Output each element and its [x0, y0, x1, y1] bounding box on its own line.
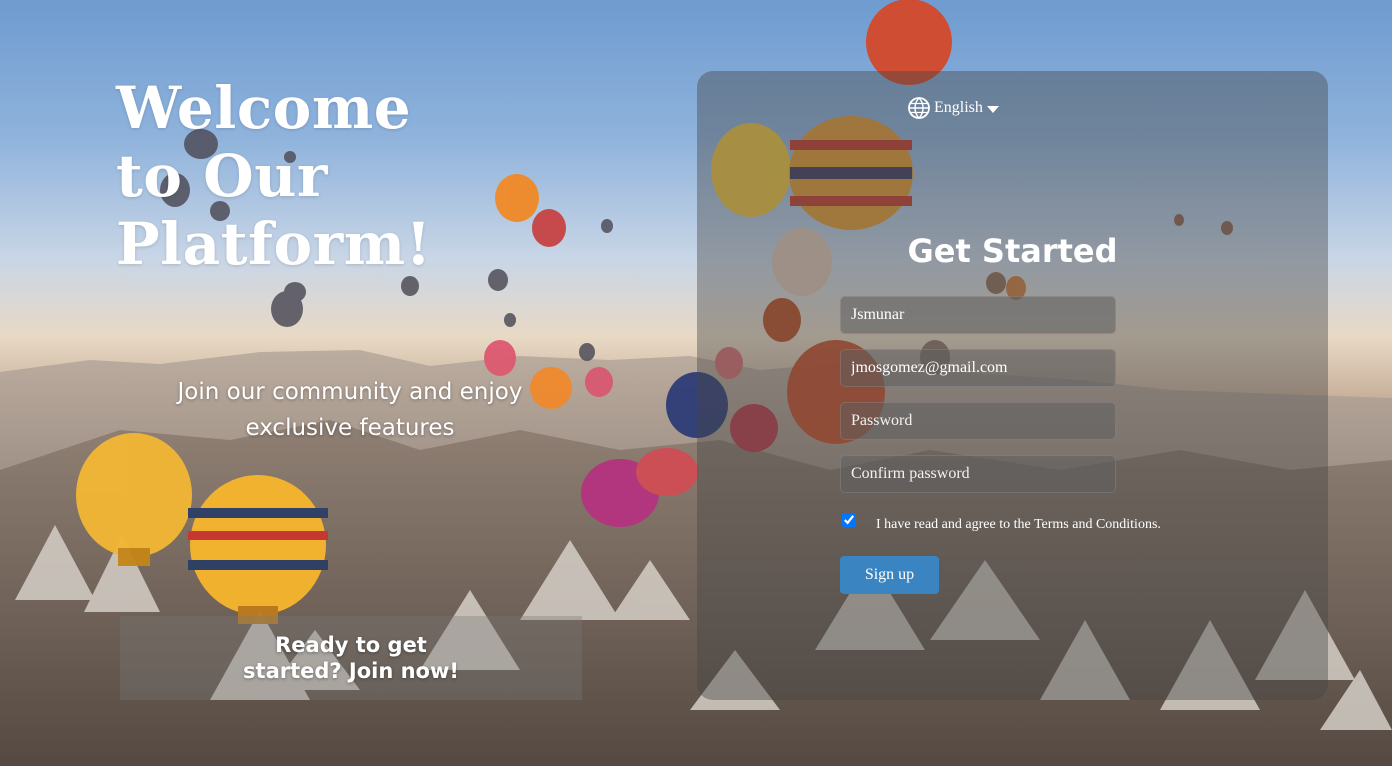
- username-input[interactable]: [840, 296, 1116, 334]
- terms-row: I have read and agree to the Terms and C…: [842, 507, 1161, 533]
- password-input[interactable]: [840, 402, 1116, 440]
- sign-up-button[interactable]: Sign up: [840, 556, 939, 594]
- confirm-password-input[interactable]: [840, 455, 1116, 493]
- hero-section: Welcome to Our Platform!: [116, 74, 536, 278]
- terms-label: I have read and agree to the Terms and C…: [876, 517, 1161, 532]
- email-input[interactable]: [840, 349, 1116, 387]
- hero-subtitle: Join our community and enjoy exclusive f…: [177, 379, 523, 441]
- hero-title: Welcome to Our Platform!: [116, 74, 432, 278]
- globe-icon: [908, 97, 930, 119]
- signup-title: Get Started: [907, 232, 1118, 270]
- language-selector[interactable]: English: [907, 96, 999, 120]
- join-now-banner[interactable]: Ready to get started? Join now!: [120, 616, 582, 700]
- terms-checkbox[interactable]: [842, 513, 856, 527]
- signup-panel: English Get Started I have read and agre…: [697, 71, 1328, 700]
- join-now-text: Ready to get started? Join now!: [243, 633, 459, 683]
- language-label: English: [934, 99, 983, 116]
- chevron-down-icon: [986, 105, 999, 113]
